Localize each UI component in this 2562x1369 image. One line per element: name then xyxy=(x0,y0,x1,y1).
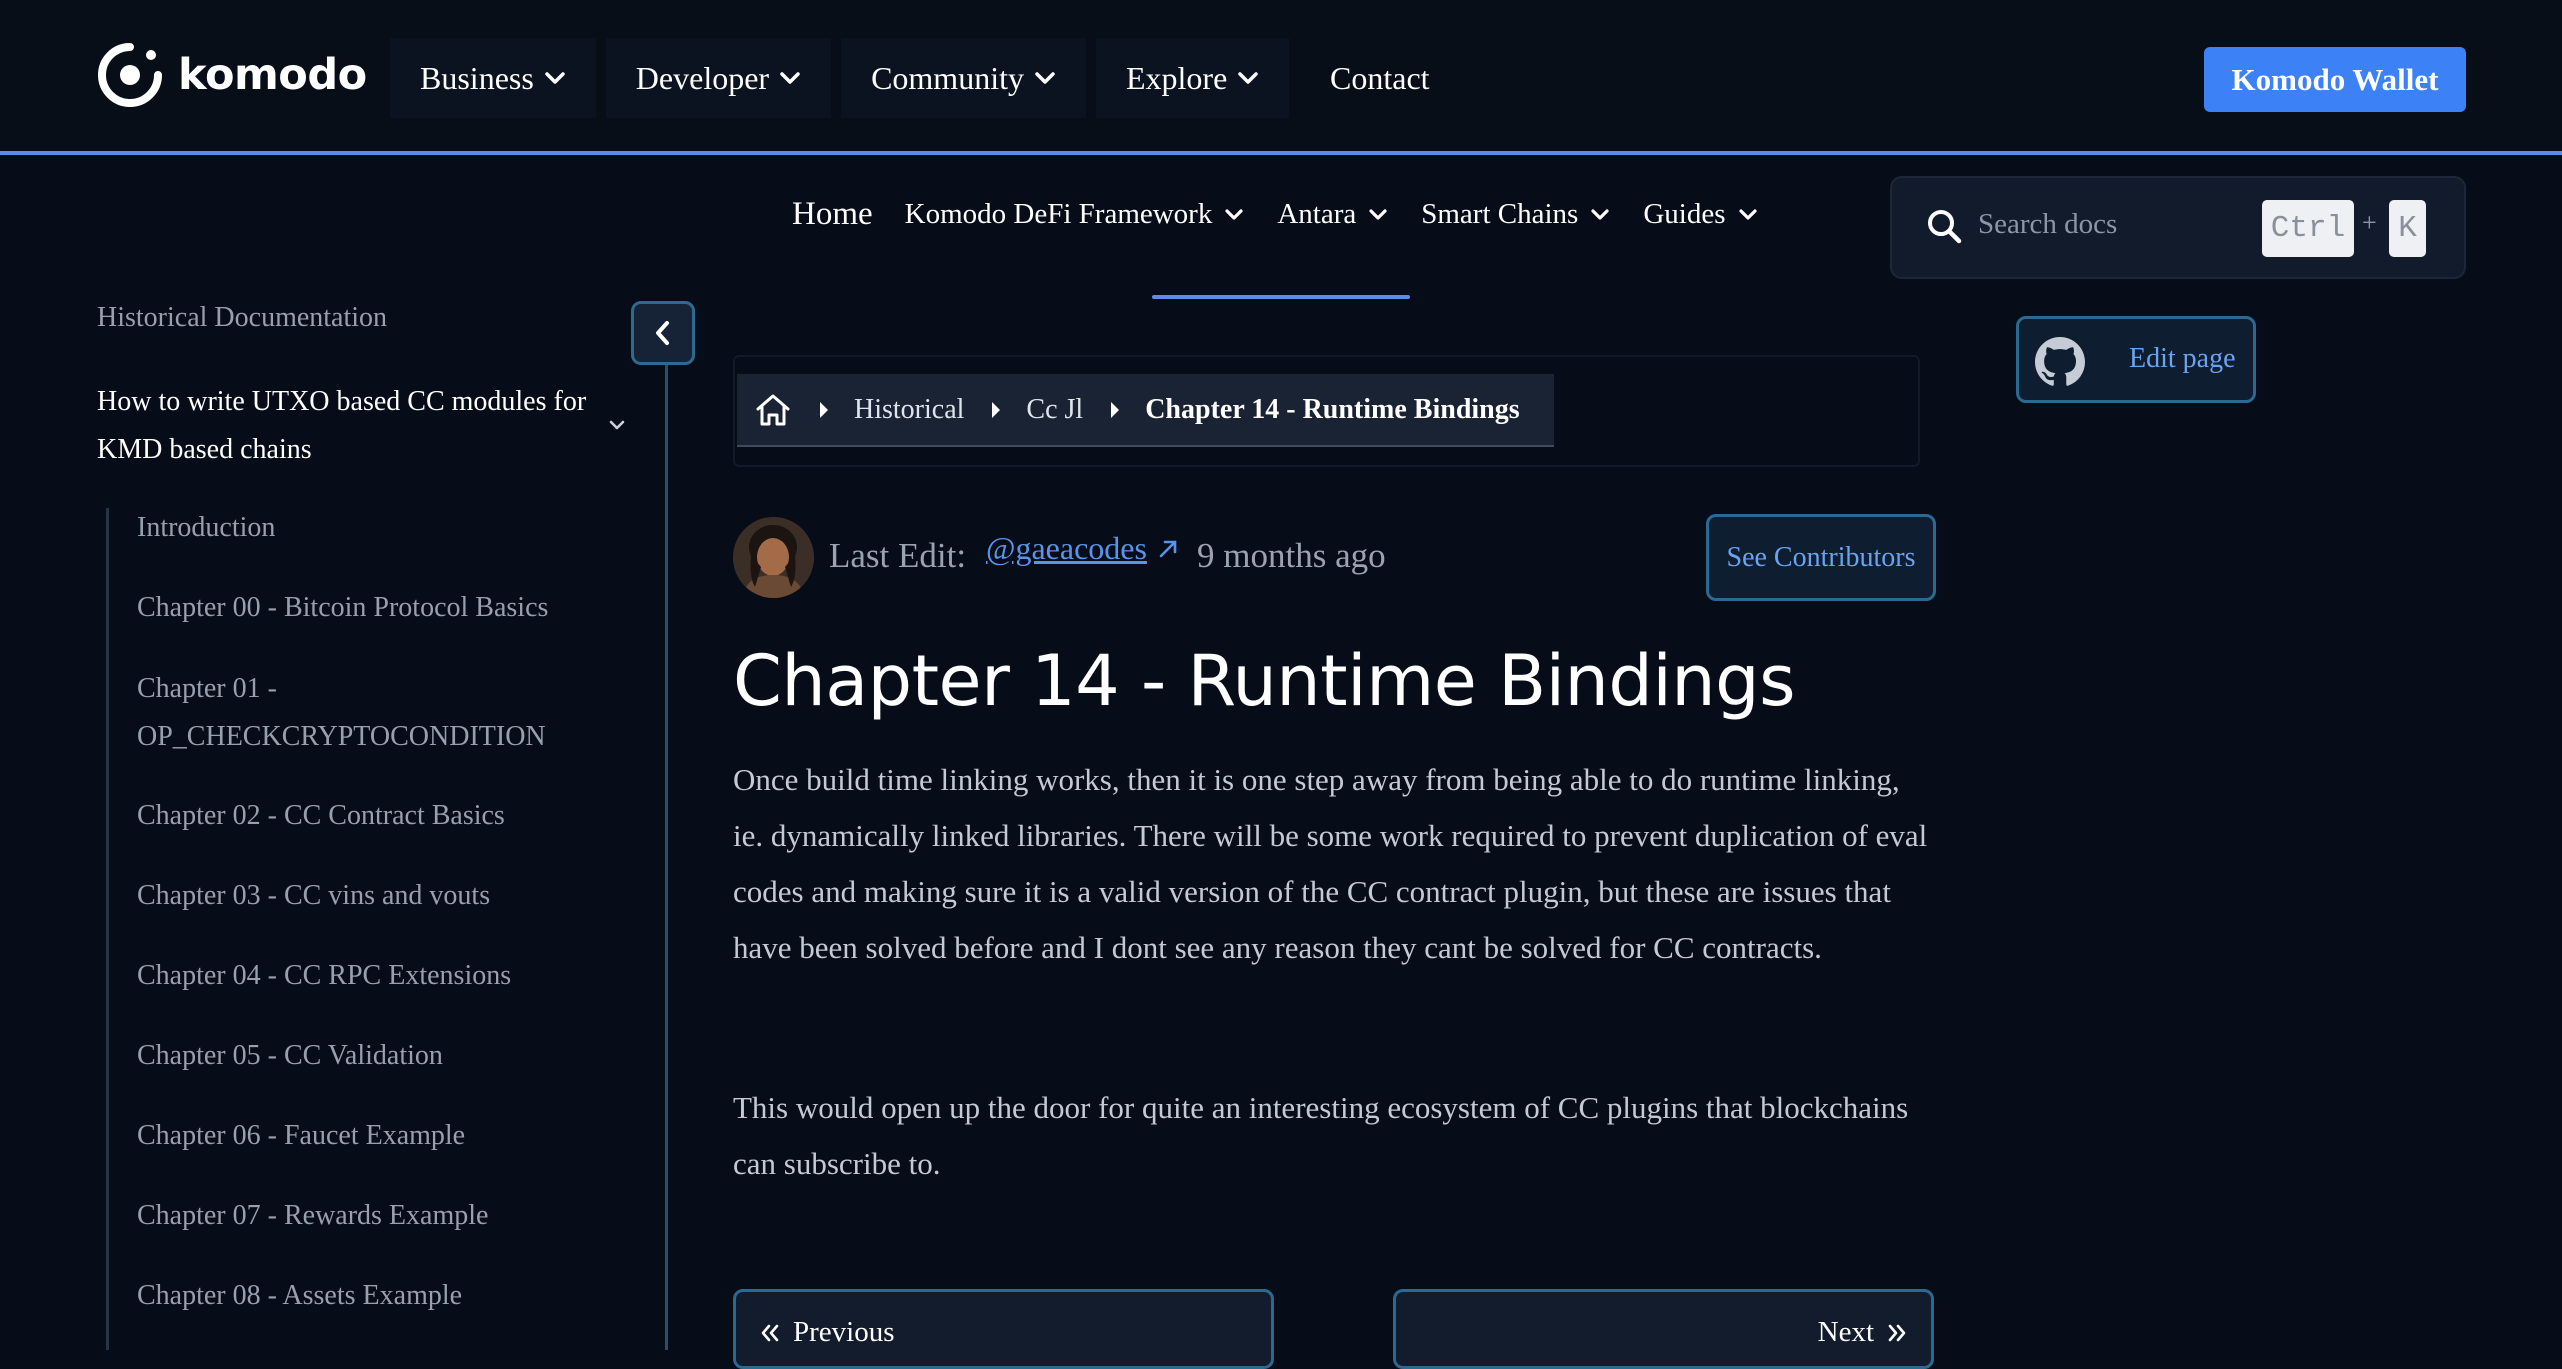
last-edit-time: 9 months ago xyxy=(1197,536,1386,575)
sidebar-item-chapter-05[interactable]: Chapter 05 - CC Validation xyxy=(137,1032,607,1080)
breadcrumb-separator-icon xyxy=(818,400,830,420)
docs-nav-guides[interactable]: Guides xyxy=(1643,198,1757,231)
last-edit-label: Last Edit: xyxy=(829,536,967,575)
logo-text: komodo xyxy=(178,50,367,100)
next-page-button[interactable]: Next xyxy=(1393,1289,1934,1369)
sidebar-item-chapter-08[interactable]: Chapter 08 - Assets Example xyxy=(137,1272,607,1320)
breadcrumb: Historical Cc Jl Chapter 14 - Runtime Bi… xyxy=(737,374,1554,447)
article-paragraph: This would open up the door for quite an… xyxy=(733,1090,1909,1181)
komodo-wallet-button[interactable]: Komodo Wallet xyxy=(2204,47,2466,112)
previous-label: Previous xyxy=(793,1316,895,1348)
sidebar-item-chapter-04[interactable]: Chapter 04 - CC RPC Extensions xyxy=(137,952,607,1000)
main-nav: Business Developer Community Explore xyxy=(390,38,1299,118)
chevron-down-icon xyxy=(1590,208,1610,221)
nav-label: Business xyxy=(420,59,534,96)
docs-nav-label: Smart Chains xyxy=(1421,198,1579,230)
sidebar-item-chapter-03[interactable]: Chapter 03 - CC vins and vouts xyxy=(137,872,607,920)
docs-nav-home[interactable]: Home xyxy=(792,196,873,233)
nav-community[interactable]: Community xyxy=(841,38,1086,118)
sidebar-item-chapter-00[interactable]: Chapter 00 - Bitcoin Protocol Basics xyxy=(137,584,607,632)
chevron-down-icon xyxy=(1237,71,1259,85)
docs-nav-label: Guides xyxy=(1643,198,1726,230)
double-chevron-right-icon xyxy=(1886,1323,1908,1343)
author-avatar xyxy=(733,517,814,598)
sidebar-item-introduction[interactable]: Introduction xyxy=(137,504,607,552)
search-docs-box[interactable]: Search docs Ctrl + K xyxy=(1890,176,2466,279)
breadcrumb-separator-icon xyxy=(990,400,1002,420)
sidebar-section-title[interactable]: How to write UTXO based CC modules for K… xyxy=(97,378,607,474)
breadcrumb-item[interactable]: Cc Jl xyxy=(1026,394,1083,426)
edit-page-button[interactable]: Edit page xyxy=(2016,316,2256,403)
shortcut-plus: + xyxy=(2362,208,2377,237)
search-icon xyxy=(1925,207,1965,247)
edit-page-label: Edit page xyxy=(2129,343,2236,374)
nav-business[interactable]: Business xyxy=(390,38,596,118)
nav-explore[interactable]: Explore xyxy=(1095,38,1290,118)
docs-nav: Home Komodo DeFi Framework Antara Smart … xyxy=(792,196,1791,233)
chevron-down-icon xyxy=(1368,208,1388,221)
github-icon xyxy=(2035,337,2085,387)
sidebar-item-chapter-02[interactable]: Chapter 02 - CC Contract Basics xyxy=(137,792,607,840)
breadcrumb-current: Chapter 14 - Runtime Bindings xyxy=(1145,393,1520,425)
docs-nav-label: Antara xyxy=(1277,198,1357,230)
external-link-icon xyxy=(1157,538,1179,560)
chevron-down-icon xyxy=(779,71,801,85)
docs-nav-antara[interactable]: Antara xyxy=(1277,198,1388,231)
sidebar-root-link[interactable]: Historical Documentation xyxy=(97,302,387,334)
nav-label: Community xyxy=(871,59,1024,96)
nav-contact[interactable]: Contact xyxy=(1330,38,1430,118)
shortcut-key-k: K xyxy=(2389,200,2426,257)
sidebar-tree-line xyxy=(106,508,109,1350)
double-chevron-left-icon xyxy=(759,1323,781,1343)
collapse-sidebar-button[interactable] xyxy=(631,301,695,365)
sidebar-item-chapter-07[interactable]: Chapter 07 - Rewards Example xyxy=(137,1192,607,1240)
shortcut-key-ctrl: Ctrl xyxy=(2262,200,2354,257)
sidebar-item-chapter-06[interactable]: Chapter 06 - Faucet Example xyxy=(137,1112,607,1160)
docs-nav-label: Komodo DeFi Framework xyxy=(904,198,1213,230)
home-icon[interactable] xyxy=(754,392,792,428)
next-label: Next xyxy=(1817,1316,1874,1348)
chevron-down-icon[interactable] xyxy=(606,418,628,432)
sidebar-divider xyxy=(665,365,668,1350)
chevron-down-icon xyxy=(1034,71,1056,85)
chevron-down-icon xyxy=(544,71,566,85)
chevron-left-icon xyxy=(651,318,675,348)
sidebar-item-chapter-01[interactable]: Chapter 01 - OP_CHECKCRYPTOCONDITION xyxy=(137,665,607,761)
header-divider xyxy=(0,151,2562,155)
previous-page-button[interactable]: Previous xyxy=(733,1289,1274,1369)
page-title: Chapter 14 - Runtime Bindings xyxy=(733,640,1796,722)
docs-nav-defi-framework[interactable]: Komodo DeFi Framework xyxy=(905,198,1245,231)
active-nav-indicator xyxy=(1152,295,1410,299)
nav-label: Developer xyxy=(635,59,770,96)
chevron-down-icon xyxy=(1224,208,1244,221)
article-paragraph: Once build time linking works, then it i… xyxy=(733,762,1928,965)
komodo-logo-icon xyxy=(97,42,163,108)
nav-label: Explore xyxy=(1125,59,1228,96)
breadcrumb-separator-icon xyxy=(1109,400,1121,420)
nav-developer[interactable]: Developer xyxy=(605,38,832,118)
author-link[interactable]: @gaeacodes xyxy=(986,530,1147,567)
breadcrumb-item[interactable]: Historical xyxy=(854,394,964,426)
docs-nav-smart-chains[interactable]: Smart Chains xyxy=(1421,198,1610,231)
chevron-down-icon xyxy=(1738,208,1758,221)
search-placeholder: Search docs xyxy=(1978,208,2118,240)
see-contributors-button[interactable]: See Contributors xyxy=(1706,514,1936,601)
komodo-logo[interactable]: komodo xyxy=(97,42,367,108)
